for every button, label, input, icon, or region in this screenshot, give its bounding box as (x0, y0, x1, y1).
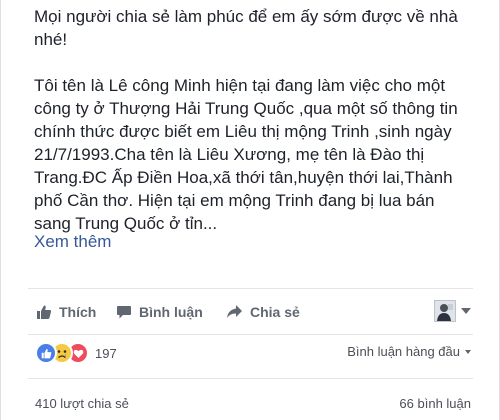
like-reaction-icon (35, 342, 57, 364)
comment-label: Bình luận (139, 304, 203, 320)
reaction-count: 197 (95, 345, 117, 361)
divider (28, 334, 473, 335)
post-card: Mọi người chia sẻ làm phúc để em ấy sớm … (0, 0, 500, 420)
post-body: Mọi người chia sẻ làm phúc để em ấy sớm … (34, 5, 474, 235)
share-label: Chia sẻ (250, 304, 300, 320)
like-label: Thích (59, 304, 97, 320)
comment-sort-label: Bình luận hàng đầu (347, 344, 460, 359)
comment-count-link[interactable]: 66 bình luận (399, 396, 471, 411)
comment-button[interactable]: Bình luận (116, 296, 203, 328)
comment-sort-dropdown[interactable]: Bình luận hàng đầu (347, 344, 471, 359)
profile-selector[interactable] (434, 300, 471, 322)
see-more-link[interactable]: Xem thêm (34, 230, 111, 253)
post-paragraph: Mọi người chia sẻ làm phúc để em ấy sớm … (34, 7, 458, 49)
divider (28, 378, 473, 379)
share-count-link[interactable]: 410 lượt chia sẻ (35, 396, 129, 411)
post-paragraph: Tôi tên là Lê công Minh hiện tại đang là… (34, 76, 458, 233)
thumbs-up-icon (37, 305, 52, 319)
reactions-summary[interactable]: 197 (35, 342, 117, 364)
share-icon (227, 305, 242, 318)
like-button[interactable]: Thích (36, 296, 96, 328)
avatar-picture-icon (435, 301, 455, 321)
share-button[interactable]: Chia sẻ (226, 296, 300, 328)
avatar (434, 300, 456, 322)
caret-down-icon (465, 349, 471, 354)
comment-icon (117, 306, 131, 319)
divider (28, 288, 473, 289)
chevron-down-icon (461, 308, 471, 314)
post-actions-bar: Thích Bình luận Chia sẻ (28, 296, 473, 328)
